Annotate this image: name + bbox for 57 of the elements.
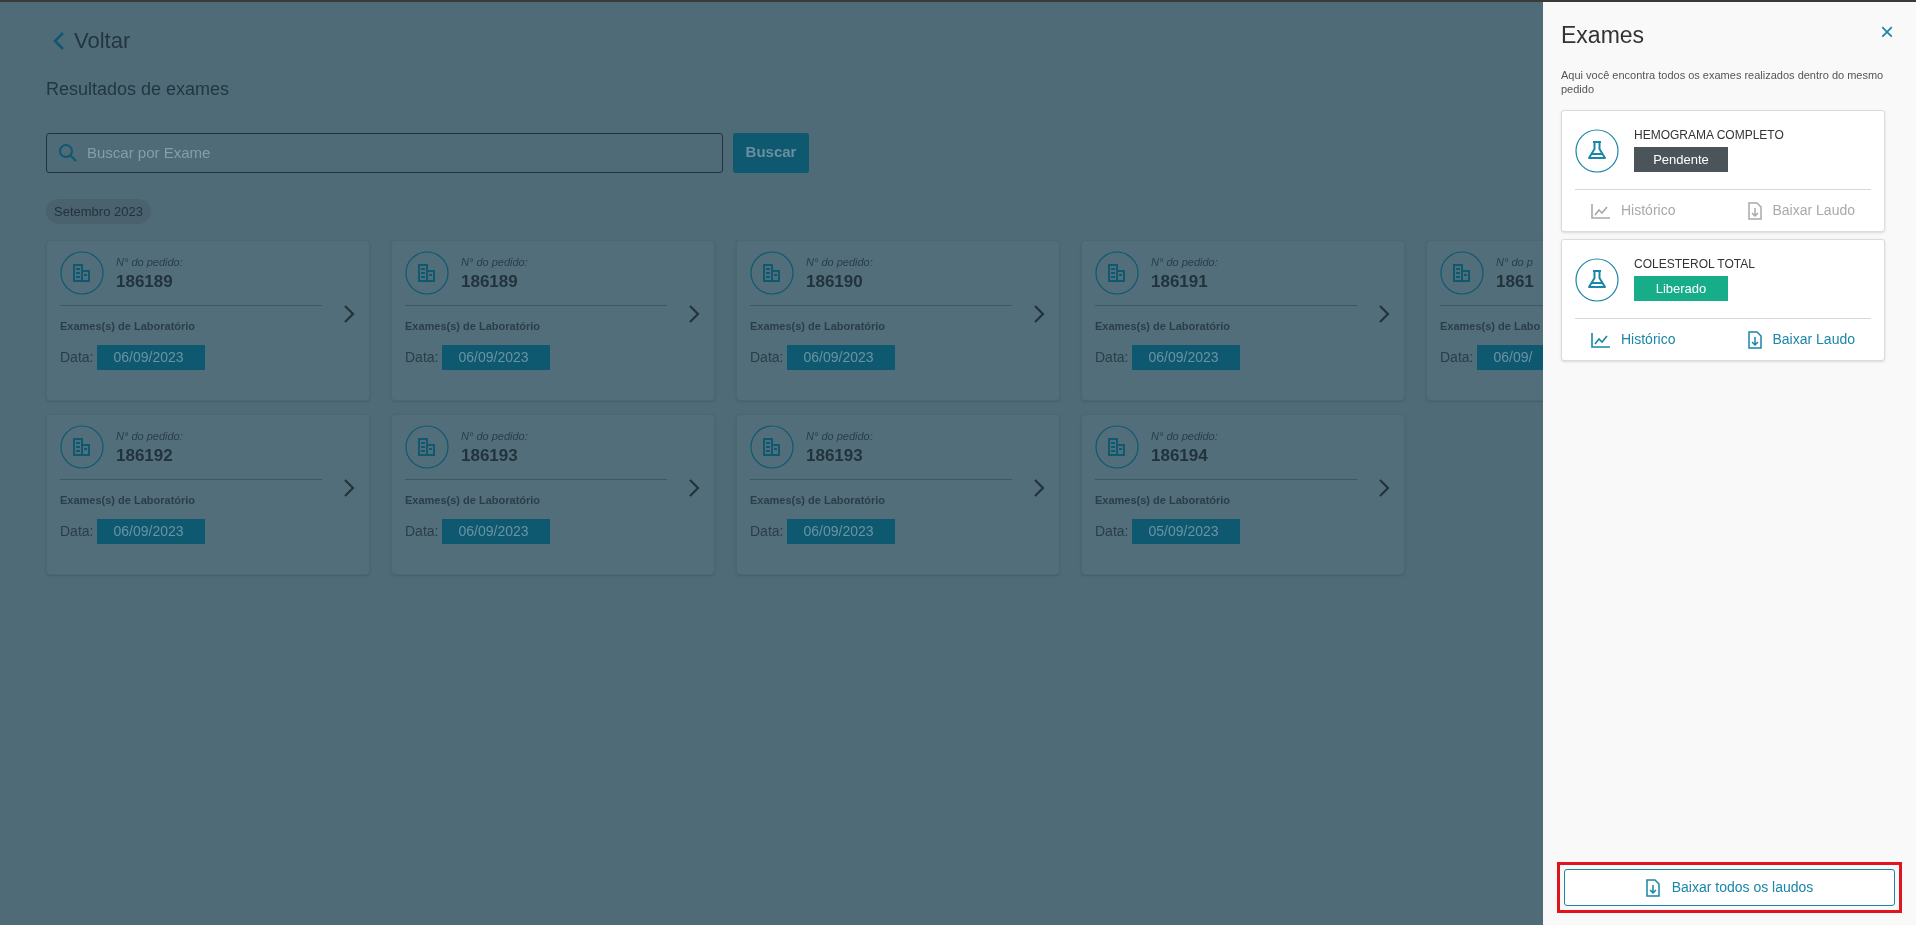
download-file-icon <box>1645 878 1660 897</box>
status-badge: Pendente <box>1634 147 1728 172</box>
chevron-right-icon <box>343 304 355 324</box>
download-file-icon <box>1748 201 1763 220</box>
page-title: Resultados de exames <box>46 77 231 101</box>
order-number: 186189 <box>116 270 174 292</box>
close-button[interactable]: × <box>1876 20 1898 44</box>
download-file-icon <box>1748 330 1763 349</box>
download-button[interactable]: Baixar Laudo <box>1748 329 1855 350</box>
search-button[interactable]: Buscar <box>733 132 809 173</box>
exam-name: COLESTEROL TOTAL <box>1634 258 1755 270</box>
order-date: 06/09/2023 <box>787 344 896 370</box>
building-icon <box>405 425 449 469</box>
line-chart-icon <box>1591 331 1611 348</box>
order-number: 186192 <box>116 444 174 466</box>
chevron-right-icon <box>688 304 700 324</box>
order-number: 186193 <box>806 444 864 466</box>
flask-icon <box>1575 258 1619 302</box>
order-date: 06/09/2023 <box>787 518 896 544</box>
order-number: 186190 <box>806 270 864 292</box>
order-date: 06/09/2023 <box>97 518 206 544</box>
chevron-right-icon <box>1033 304 1045 324</box>
building-icon <box>60 425 104 469</box>
building-icon <box>1095 425 1139 469</box>
building-icon <box>405 251 449 295</box>
download-all-button[interactable]: Baixar todos os laudos <box>1564 869 1895 906</box>
order-number: 186193 <box>461 444 519 466</box>
building-icon <box>1440 251 1484 295</box>
chevron-right-icon <box>1033 478 1045 498</box>
order-date: 06/09/2023 <box>1132 344 1241 370</box>
order-date: 06/09/2023 <box>442 344 551 370</box>
building-icon <box>60 251 104 295</box>
panel-description: Aqui você encontra todos os exames realizados dentro do mesmo pedido <box>1561 68 1885 96</box>
panel-title: Exames <box>1561 24 1645 47</box>
history-button[interactable]: Histórico <box>1591 329 1676 350</box>
flask-icon <box>1575 129 1619 173</box>
building-icon <box>750 251 794 295</box>
order-date: 06/09/2023 <box>97 344 206 370</box>
chevron-right-icon <box>1378 304 1390 324</box>
building-icon <box>750 425 794 469</box>
chevron-right-icon <box>688 478 700 498</box>
chevron-left-icon <box>52 30 66 51</box>
building-icon <box>1095 251 1139 295</box>
back-link[interactable]: Voltar <box>52 24 131 57</box>
chevron-right-icon <box>1378 478 1390 498</box>
chevron-right-icon <box>343 478 355 498</box>
line-chart-icon <box>1591 202 1611 219</box>
order-number: 186189 <box>461 270 519 292</box>
order-number: 186191 <box>1151 270 1209 292</box>
exam-name: HEMOGRAMA COMPLETO <box>1634 129 1784 141</box>
order-number: 1861 <box>1496 270 1534 292</box>
order-date: 06/09/ <box>1477 344 1543 370</box>
search-icon <box>58 142 78 163</box>
order-date: 05/09/2023 <box>1132 518 1241 544</box>
order-date: 06/09/2023 <box>442 518 551 544</box>
status-badge: Liberado <box>1634 276 1728 301</box>
order-number: 186194 <box>1151 444 1209 466</box>
